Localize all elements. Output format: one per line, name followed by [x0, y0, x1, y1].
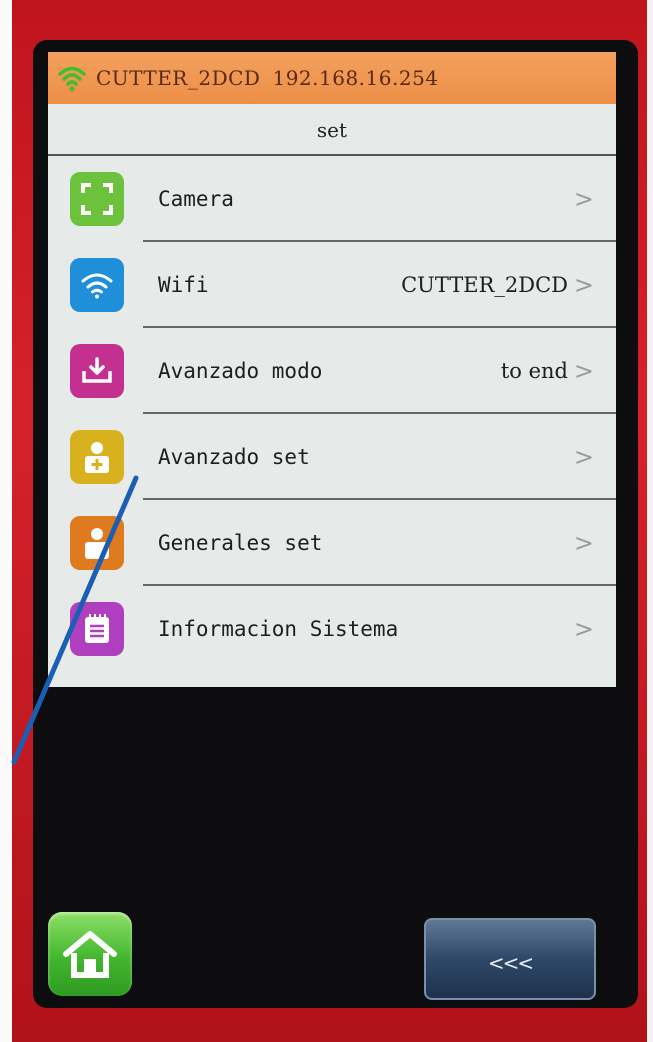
- download-tray-icon: [70, 344, 124, 398]
- menu-item-value: to end: [500, 359, 568, 383]
- home-button[interactable]: [48, 912, 132, 996]
- home-icon: [63, 931, 117, 978]
- wifi-icon: [70, 258, 124, 312]
- menu-item-wifi[interactable]: Wifi CUTTER_2DCD >: [48, 242, 616, 328]
- device-frame: CUTTER_2DCD 192.168.16.254 set Camera >: [0, 0, 653, 1042]
- menu-item-label: Generales set: [158, 531, 323, 555]
- menu-item-label: Informacion Sistema: [158, 617, 399, 641]
- page-title: set: [316, 118, 348, 142]
- chevron-right-icon: >: [573, 185, 594, 213]
- chevron-right-icon: >: [573, 357, 594, 385]
- user-plus-icon: [70, 430, 124, 484]
- status-network-name: CUTTER_2DCD: [96, 66, 261, 90]
- user-icon: [70, 516, 124, 570]
- menu-item-label: Camera: [158, 187, 234, 211]
- menu-item-camera[interactable]: Camera >: [48, 156, 616, 242]
- settings-screen: CUTTER_2DCD 192.168.16.254 set Camera >: [48, 52, 616, 687]
- wifi-signal-icon: [58, 66, 86, 92]
- menu-item-generales-set[interactable]: Generales set >: [48, 500, 616, 586]
- camera-frame-icon: [70, 172, 124, 226]
- settings-menu: Camera > Wifi CUTTER_2DCD > Avanzado mod…: [48, 156, 616, 672]
- background-edge-right: [647, 0, 653, 1042]
- menu-item-avanzado-modo[interactable]: Avanzado modo to end >: [48, 328, 616, 414]
- status-bar: CUTTER_2DCD 192.168.16.254: [48, 52, 616, 104]
- notepad-icon: [70, 602, 124, 656]
- menu-item-label: Avanzado modo: [158, 359, 323, 383]
- chevron-right-icon: >: [573, 271, 594, 299]
- background-edge: [0, 0, 12, 1042]
- status-ip-address: 192.168.16.254: [272, 66, 439, 90]
- menu-item-label: Wifi: [158, 273, 209, 297]
- back-button[interactable]: <<<: [424, 918, 596, 1000]
- menu-item-label: Avanzado set: [158, 445, 310, 469]
- chevron-right-icon: >: [573, 529, 594, 557]
- menu-item-avanzado-set[interactable]: Avanzado set >: [48, 414, 616, 500]
- back-button-label: <<<: [487, 951, 534, 975]
- chevron-right-icon: >: [573, 615, 594, 643]
- menu-item-value: CUTTER_2DCD: [401, 273, 568, 297]
- menu-item-informacion-sistema[interactable]: Informacion Sistema >: [48, 586, 616, 672]
- chevron-right-icon: >: [573, 443, 594, 471]
